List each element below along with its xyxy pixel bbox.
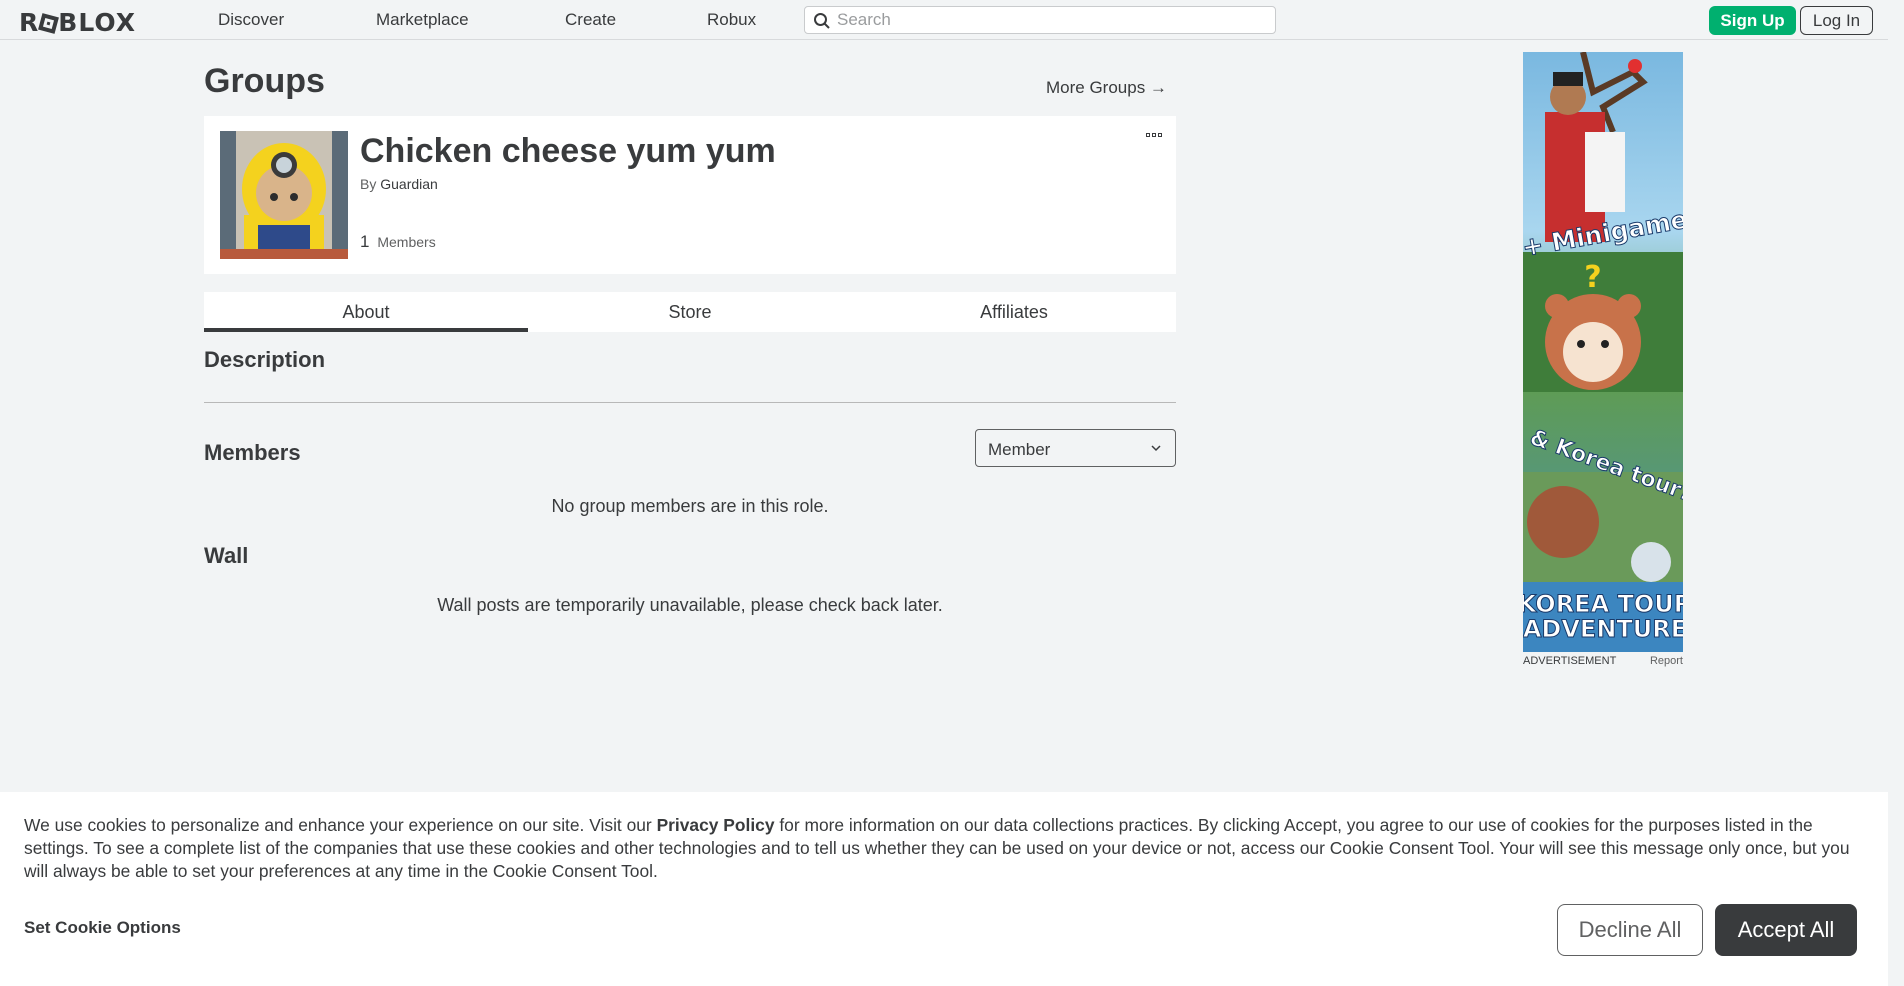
group-member-count: 1 Members (360, 232, 436, 252)
ad-label: ADVERTISEMENT (1523, 655, 1617, 667)
more-options-icon[interactable] (1146, 130, 1164, 140)
nav-create[interactable]: Create (565, 10, 616, 30)
group-owner-link[interactable]: Guardian (380, 176, 438, 192)
cookie-consent-banner: We use cookies to personalize and enhanc… (0, 792, 1888, 986)
more-groups-link[interactable]: More Groups → (1046, 78, 1167, 98)
role-dropdown[interactable]: Member (975, 429, 1176, 467)
ad-caption: ADVERTISEMENT Report (1523, 655, 1683, 667)
svg-text:?: ? (1584, 260, 1601, 295)
search-box[interactable] (804, 6, 1276, 34)
ad-report-link[interactable]: Report (1650, 655, 1683, 667)
section-divider (204, 402, 1176, 403)
log-in-button[interactable]: Log In (1800, 6, 1873, 35)
search-icon (814, 13, 830, 29)
ad-title-2: ADVENTURE (1523, 615, 1683, 643)
group-owner-line: By Guardian (360, 176, 438, 192)
accept-all-button[interactable]: Accept All (1715, 904, 1857, 956)
decline-all-button[interactable]: Decline All (1557, 904, 1703, 956)
member-count-label: Members (377, 234, 436, 250)
sign-up-button[interactable]: Sign Up (1709, 6, 1796, 35)
role-dropdown-value: Member (988, 440, 1051, 459)
page-title: Groups (204, 62, 325, 100)
chevron-down-icon (1151, 445, 1161, 452)
top-navigation-bar: R BLOX Discover Marketplace Create Robux … (0, 0, 1904, 40)
search-input[interactable] (837, 9, 1267, 31)
nav-discover[interactable]: Discover (218, 10, 284, 30)
privacy-policy-link[interactable]: Privacy Policy (657, 815, 775, 835)
wall-unavailable-message: Wall posts are temporarily unavailable, … (437, 595, 943, 615)
page-scrollbar[interactable] (1888, 0, 1904, 986)
group-emblem (220, 131, 348, 259)
members-title: Members (204, 440, 301, 465)
nav-robux[interactable]: Robux (707, 10, 756, 30)
tab-affiliates[interactable]: Affiliates (852, 292, 1176, 332)
wall-title: Wall (204, 543, 249, 568)
ad-title-1: KOREA TOUR (1523, 590, 1683, 618)
group-header-card: Chicken cheese yum yum By Guardian 1 Mem… (204, 116, 1176, 274)
by-label: By (360, 176, 377, 192)
member-count-value: 1 (360, 232, 370, 251)
no-members-message: No group members are in this role. (551, 496, 829, 516)
cookie-message: We use cookies to personalize and enhanc… (24, 814, 1874, 883)
group-emblem-image (220, 131, 348, 259)
nav-marketplace[interactable]: Marketplace (376, 10, 469, 30)
description-title: Description (204, 347, 326, 372)
roblox-logo[interactable]: R BLOX (19, 8, 136, 37)
group-name: Chicken cheese yum yum (360, 132, 776, 170)
tab-about[interactable]: About (204, 292, 528, 332)
advertisement-image: ? 7+ Minigames & Korea tour! KOREA TOUR … (1523, 52, 1683, 652)
group-tabs: About Store Affiliates (204, 292, 1176, 332)
tab-store[interactable]: Store (528, 292, 852, 332)
advertisement-banner[interactable]: ? 7+ Minigames & Korea tour! KOREA TOUR … (1523, 52, 1683, 652)
set-cookie-options-link[interactable]: Set Cookie Options (24, 918, 181, 938)
cookie-text-before: We use cookies to personalize and enhanc… (24, 815, 657, 835)
